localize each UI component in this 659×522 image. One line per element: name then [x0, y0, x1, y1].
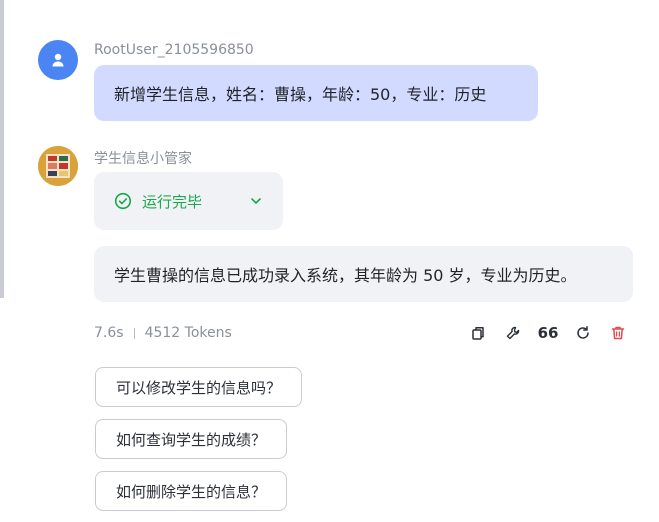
bot-avatar-image	[38, 146, 78, 186]
copy-icon[interactable]	[468, 322, 488, 344]
response-duration: 7.6s	[94, 325, 124, 341]
meta-divider	[133, 327, 135, 339]
bot-name: 学生信息小管家	[94, 151, 192, 167]
suggestion-item[interactable]: 如何删除学生的信息？	[95, 471, 288, 511]
bot-avatar	[38, 146, 78, 186]
suggestion-item[interactable]: 如何查询学生的成绩？	[95, 419, 288, 459]
delete-icon[interactable]	[608, 322, 628, 344]
scrollbar[interactable]	[0, 0, 4, 298]
run-status-toggle[interactable]: 运行完毕	[94, 172, 283, 230]
check-circle-icon	[114, 192, 132, 210]
refresh-icon[interactable]	[573, 322, 593, 344]
user-avatar	[38, 40, 78, 80]
chevron-down-icon[interactable]	[249, 194, 263, 208]
run-status-label: 运行完毕	[142, 192, 203, 211]
user-icon	[52, 53, 64, 67]
quote-button[interactable]: 66	[538, 322, 559, 344]
user-name: RootUser_2105596850	[94, 42, 254, 58]
token-count: 4512 Tokens	[144, 325, 232, 341]
suggestion-item[interactable]: 可以修改学生的信息吗？	[95, 367, 303, 407]
bot-answer-bubble: 学生曹操的信息已成功录入系统，其年龄为 50 岁，专业为历史。	[94, 246, 633, 302]
user-message-bubble: 新增学生信息，姓名：曹操，年龄：50，专业：历史	[94, 65, 538, 121]
wrench-icon[interactable]	[503, 322, 523, 344]
response-meta: 7.6s 4512 Tokens	[94, 322, 232, 344]
